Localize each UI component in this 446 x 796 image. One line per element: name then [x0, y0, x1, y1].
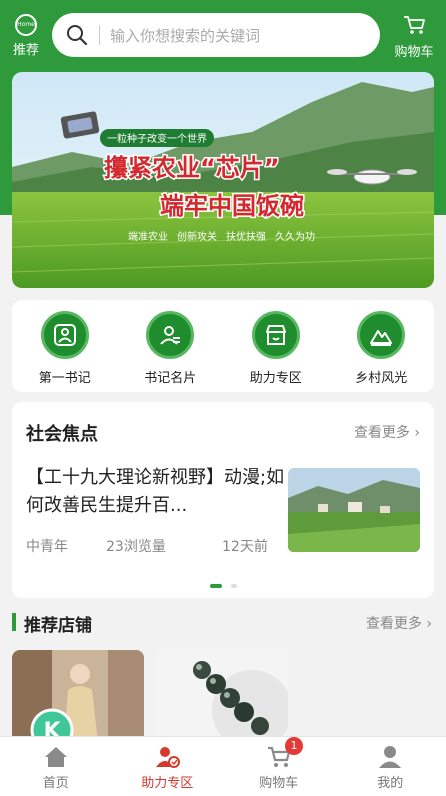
cart-icon	[404, 16, 425, 34]
banner-headline-2: 端牢中国饭碗	[160, 192, 304, 220]
tab-label: 我的	[377, 776, 404, 791]
search-placeholder: 输入你想搜索的关键词	[110, 27, 261, 45]
home-icon	[44, 747, 67, 767]
recommend-button[interactable]: Home 推荐	[8, 14, 44, 58]
quick-item-label: 书记名片	[144, 371, 197, 386]
news-section: 社会焦点 查看更多 › 【工十九大理论新视野】动漫;如何改善民生提升百... 中…	[12, 402, 434, 598]
banner-slogan: 创新攻关	[177, 230, 217, 243]
search-icon	[67, 25, 88, 46]
quick-item-label: 第一书记	[38, 371, 91, 386]
quick-item-secretary-card[interactable]: 书记名片	[118, 300, 224, 392]
news-views: 23浏览量	[106, 539, 166, 555]
search-separator	[99, 25, 100, 45]
cart-count-badge: 1	[285, 737, 303, 755]
help-zone-icon	[156, 747, 181, 768]
shops-more-label: 查看更多	[365, 616, 422, 632]
shops-section-title: 推荐店铺	[24, 616, 92, 636]
news-headline[interactable]: 【工十九大理论新视野】动漫;如何改善民生提升百...	[26, 464, 288, 520]
shop-card-2[interactable]	[156, 650, 288, 742]
quick-menu: 第一书记 书记名片 助力专区 乡村风光	[12, 300, 434, 392]
quick-item-help-zone[interactable]: 助力专区	[223, 300, 329, 392]
quick-item-first-secretary[interactable]: 第一书记	[12, 300, 118, 392]
search-bar[interactable]: 输入你想搜索的关键词	[52, 13, 380, 57]
banner-headline-1: 攥紧农业“芯片”	[104, 154, 280, 182]
tab-cart[interactable]: 购物车 1	[223, 737, 335, 796]
tab-help-zone[interactable]: 助力专区	[112, 737, 224, 796]
bottom-tab-bar: 首页 助力专区 购物车 1 我的	[0, 736, 446, 796]
news-time: 12天前	[222, 539, 268, 555]
mountain-icon	[357, 311, 406, 359]
header-cart-label: 购物车	[394, 45, 434, 60]
tab-label: 首页	[42, 776, 69, 791]
chevron-right-icon: ›	[414, 425, 420, 441]
user-badge-icon	[40, 311, 89, 359]
header-cart-button[interactable]: 购物车	[388, 14, 440, 60]
banner-slogan: 端准农业	[128, 230, 168, 243]
recommend-icon: Home	[15, 14, 37, 36]
tab-home[interactable]: 首页	[0, 737, 112, 796]
tab-label: 助力专区	[141, 776, 194, 791]
news-section-title: 社会焦点	[26, 424, 98, 445]
banner-slogan: 扶优扶强	[226, 230, 266, 243]
banner-slogan: 久久为功	[275, 231, 315, 243]
tab-mine[interactable]: 我的	[335, 737, 446, 796]
shops-section-header: 推荐店铺 查看更多 ›	[12, 612, 434, 636]
quick-item-village-scenery[interactable]: 乡村风光	[329, 300, 435, 392]
shop-card-1[interactable]: K	[12, 650, 144, 742]
banner-tagline: 一粒种子改变一个世界	[107, 132, 207, 145]
carousel-indicator	[210, 584, 238, 603]
shops-more-link[interactable]: 查看更多 ›	[366, 613, 432, 633]
news-more-label: 查看更多	[353, 425, 410, 441]
section-accent-bar	[12, 613, 16, 631]
chevron-right-icon: ›	[426, 616, 432, 632]
quick-item-label: 乡村风光	[355, 371, 408, 386]
user-icon	[379, 746, 402, 768]
news-more-link[interactable]: 查看更多 ›	[354, 422, 420, 442]
recommend-label: 推荐	[12, 43, 39, 58]
news-source: 中青年	[26, 539, 68, 555]
shop-icon	[251, 311, 300, 359]
news-thumbnail[interactable]	[288, 468, 420, 552]
tab-label: 购物车	[259, 776, 299, 791]
card-icon	[146, 311, 195, 359]
quick-item-label: 助力专区	[249, 371, 302, 386]
promo-banner[interactable]: 一粒种子改变一个世界 攥紧农业“芯片” 端牢中国饭碗 端准农业 创新攻关 扶优扶…	[12, 72, 434, 288]
